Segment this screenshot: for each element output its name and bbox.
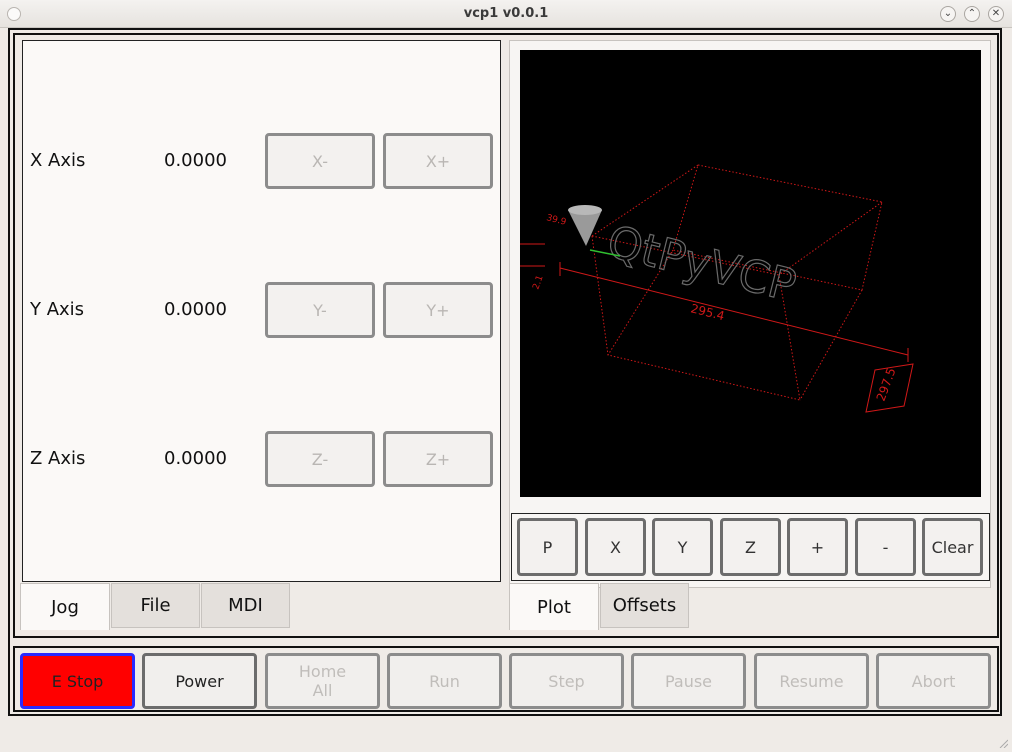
status-bar [0, 722, 1012, 752]
backplot-view[interactable]: QtPyVCP 295.4 297.5 39.9 2.1 [520, 50, 981, 497]
tab-plot[interactable]: Plot [509, 583, 599, 630]
x-axis-label: X Axis [30, 150, 86, 171]
qtpyvcp-logo: QtPyVCP [602, 216, 800, 312]
x-minus-button[interactable]: X- [265, 133, 375, 189]
pause-button[interactable]: Pause [631, 653, 746, 709]
step-button[interactable]: Step [509, 653, 624, 709]
zoom-out-button[interactable]: - [855, 518, 916, 576]
z-minus-button[interactable]: Z- [265, 431, 375, 487]
y-axis-label: Y Axis [30, 299, 85, 320]
resize-grip-icon[interactable] [998, 738, 1008, 748]
z-axis-position: 0.0000 [164, 448, 227, 469]
z-axis-label: Z Axis [30, 448, 86, 469]
run-button[interactable]: Run [387, 653, 502, 709]
view-x-button[interactable]: X [585, 518, 646, 576]
window-titlebar: vcp1 v0.0.1 ⌄ ⌃ ✕ [0, 0, 1012, 28]
plot-dimension-y: 297.5 [874, 366, 899, 403]
plot-dimension-side: 2.1 [531, 274, 545, 291]
view-z-button[interactable]: Z [720, 518, 781, 576]
tab-file[interactable]: File [111, 583, 200, 628]
abort-button[interactable]: Abort [876, 653, 991, 709]
close-icon[interactable]: ✕ [988, 6, 1004, 22]
x-axis-position: 0.0000 [164, 150, 227, 171]
view-p-button[interactable]: P [517, 518, 578, 576]
z-plus-button[interactable]: Z+ [383, 431, 493, 487]
estop-button[interactable]: E Stop [20, 653, 135, 709]
tab-mdi[interactable]: MDI [201, 583, 290, 628]
y-plus-button[interactable]: Y+ [383, 282, 493, 338]
clear-plot-button[interactable]: Clear [922, 518, 983, 576]
x-plus-button[interactable]: X+ [383, 133, 493, 189]
backplot-graphic: QtPyVCP 295.4 297.5 39.9 2.1 [520, 164, 914, 413]
window-title: vcp1 v0.0.1 [463, 6, 549, 21]
jog-panel: X Axis 0.0000 X- X+ Y Axis 0.0000 Y- Y+ … [22, 40, 501, 582]
plot-dimension-x: 295.4 [689, 301, 726, 323]
y-axis-position: 0.0000 [164, 299, 227, 320]
plot-dimension-small: 39.9 [545, 213, 567, 228]
resume-button[interactable]: Resume [754, 653, 869, 709]
tab-offsets[interactable]: Offsets [600, 583, 689, 628]
y-minus-button[interactable]: Y- [265, 282, 375, 338]
home-all-button[interactable]: Home All [265, 653, 380, 709]
zoom-in-button[interactable]: + [787, 518, 848, 576]
minimize-icon[interactable]: ⌄ [940, 6, 956, 22]
tab-jog[interactable]: Jog [20, 583, 110, 630]
view-y-button[interactable]: Y [652, 518, 713, 576]
power-button[interactable]: Power [142, 653, 257, 709]
maximize-icon[interactable]: ⌃ [964, 6, 980, 22]
